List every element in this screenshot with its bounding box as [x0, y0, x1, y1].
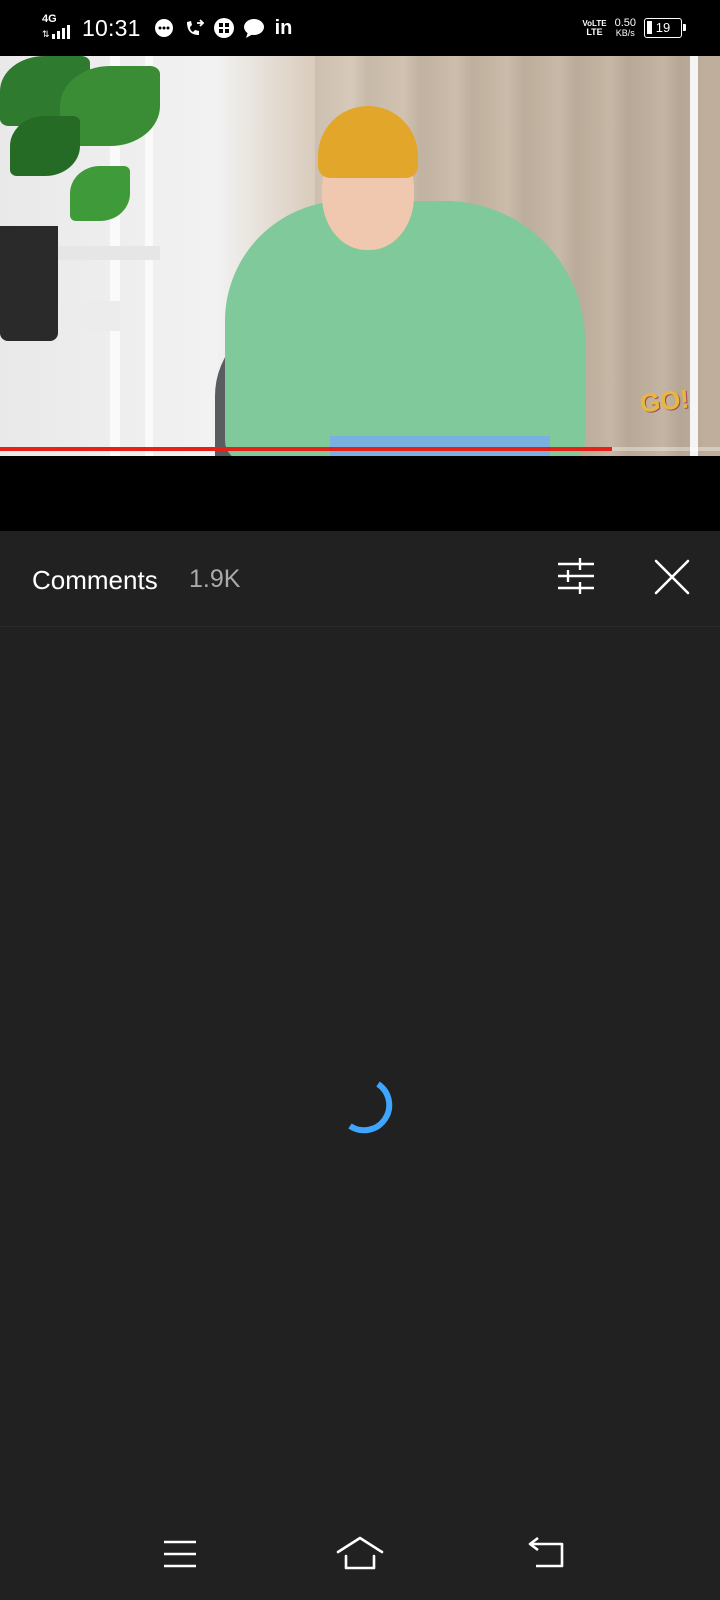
data-arrows-icon: ⇅	[42, 29, 50, 39]
clock: 10:31	[82, 14, 141, 41]
comments-title: Comments	[32, 565, 158, 595]
message-icon	[243, 17, 265, 39]
network-speed: 0.50 KB/s	[614, 17, 636, 39]
system-navigation-bar	[0, 1510, 720, 1600]
battery-icon: 19	[644, 18, 686, 38]
battery-level: 19	[655, 20, 671, 35]
speed-value: 0.50	[614, 17, 636, 29]
video-player[interactable]: GO!	[0, 56, 720, 456]
video-plant-pot	[0, 226, 58, 341]
network-signal-icon: 4G ⇅	[40, 14, 74, 42]
comments-header: Comments 1.9K	[0, 531, 720, 627]
home-button[interactable]	[336, 1534, 384, 1574]
home-icon	[336, 1536, 384, 1570]
video-curtain-rod	[690, 56, 698, 456]
comments-count: 1.9K	[189, 565, 241, 593]
sliders-icon	[558, 558, 594, 594]
volte-indicator: VoLTE LTE	[582, 19, 606, 37]
video-letterbox	[0, 456, 720, 531]
app-grid-icon	[213, 17, 235, 39]
video-progress-bar[interactable]	[0, 447, 720, 451]
menu-icon	[164, 1540, 196, 1568]
video-progress-fill	[0, 447, 612, 451]
speed-unit: KB/s	[615, 28, 635, 38]
close-icon	[654, 559, 690, 595]
back-icon	[528, 1536, 564, 1568]
call-forward-icon	[183, 17, 205, 39]
status-bar: 4G ⇅ 10:31 in VoLTE LTE 0.50 KB/s 19	[0, 0, 720, 56]
video-watermark: GO!	[638, 383, 691, 419]
comments-list[interactable]	[0, 627, 720, 1507]
video-leaf	[10, 116, 80, 176]
chat-bubble-icon	[153, 17, 175, 39]
back-button[interactable]	[526, 1534, 574, 1574]
sort-filter-button[interactable]	[552, 553, 600, 601]
video-shelf	[40, 246, 160, 260]
video-person-jeans	[330, 436, 550, 456]
menu-button[interactable]	[156, 1534, 204, 1574]
video-leaf	[70, 166, 130, 221]
lte-label: LTE	[586, 27, 603, 37]
network-type: 4G	[42, 13, 57, 25]
loading-spinner-icon	[348, 1081, 393, 1134]
linkedin-icon: in	[274, 16, 293, 39]
close-comments-button[interactable]	[648, 553, 696, 601]
video-person-hoodie	[225, 201, 585, 456]
